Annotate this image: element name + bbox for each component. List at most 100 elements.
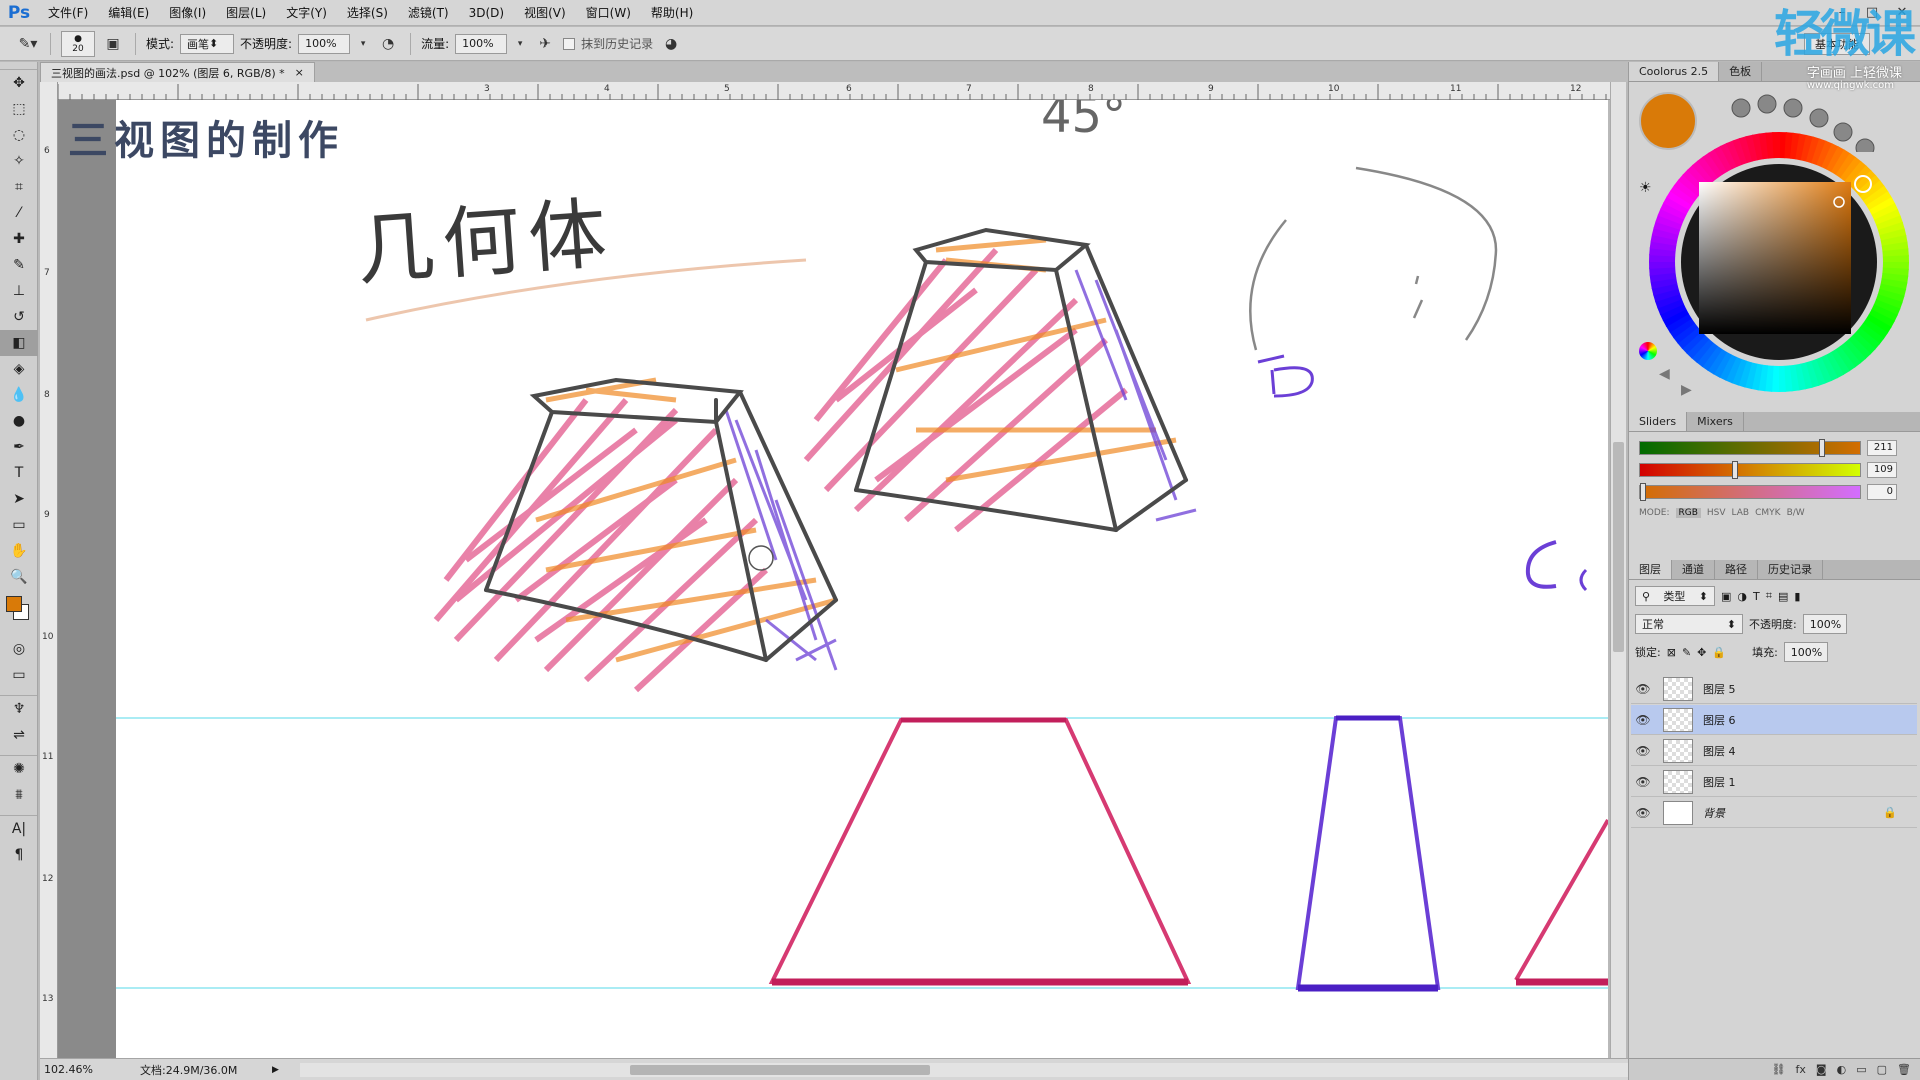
hand-tool-icon[interactable]: ✋ [0,538,38,564]
rotate-right-icon[interactable]: ▶ [1681,382,1692,398]
opacity-input[interactable]: 100% [298,33,351,54]
eye-icon[interactable]: 👁 [1631,682,1655,696]
move-tool-icon[interactable]: ✥ [0,70,38,96]
green-slider-knob[interactable] [1732,461,1738,479]
chevron-down-icon[interactable]: ▾ [513,33,527,55]
menu-file[interactable]: 文件(F) [38,0,98,26]
pressure-size-icon[interactable]: ◕ [659,33,683,55]
slider-blue[interactable]: 0 [1639,482,1914,502]
blue-slider-track[interactable] [1639,483,1861,501]
play-icon[interactable]: ▶ [272,1065,279,1075]
red-slider-track[interactable] [1639,439,1861,457]
mode-bw[interactable]: B/W [1787,508,1805,518]
paragraph-panel-icon[interactable]: ¶ [0,842,38,868]
brush-tool-icon[interactable]: ✎ [0,252,38,278]
quick-mask-icon[interactable]: ◎ [0,636,38,662]
tab-layers[interactable]: 图层 [1629,560,1672,579]
menu-view[interactable]: 视图(V) [514,0,576,26]
lock-all-icon[interactable]: 🔒 [1712,646,1726,659]
vertical-scrollbar[interactable] [1610,82,1626,1058]
menu-layer[interactable]: 图层(L) [216,0,276,26]
paint-bucket-tool-icon[interactable]: ◈ [0,356,38,382]
menu-window[interactable]: 窗口(W) [576,0,641,26]
menu-help[interactable]: 帮助(H) [641,0,703,26]
tab-channels[interactable]: 通道 [1672,560,1715,579]
slider-red[interactable]: 211 [1639,438,1914,458]
tab-paths[interactable]: 路径 [1715,560,1758,579]
scrollbar-thumb[interactable] [1613,442,1624,652]
brush-presets-icon[interactable]: ⩩ [0,782,38,808]
panel-grip[interactable] [0,62,37,70]
eye-icon[interactable]: 👁 [1631,744,1655,758]
eye-icon[interactable]: 👁 [1631,713,1655,727]
close-tab-icon[interactable]: × [295,66,304,79]
blue-value[interactable]: 0 [1867,484,1897,500]
mixer-brush-tool-icon[interactable]: ✎▾ [16,33,40,55]
filter-toggle-icon[interactable]: ▮ [1794,590,1800,603]
crop-tool-icon[interactable]: ⌗ [0,174,38,200]
puppet-warp-icon[interactable]: ♆ [0,696,38,722]
panel-grip[interactable] [0,688,37,696]
scrollbar-thumb[interactable] [630,1065,930,1075]
filter-shape-icon[interactable]: ⌗ [1766,589,1772,603]
menu-select[interactable]: 选择(S) [337,0,398,26]
green-value[interactable]: 109 [1867,462,1897,478]
mode-hsv[interactable]: HSV [1707,508,1726,518]
zoom-tool-icon[interactable]: 🔍 [0,564,38,590]
eyedropper-tool-icon[interactable]: ⁄ [0,200,38,226]
foreground-color-swatch[interactable] [6,596,22,612]
lock-position-icon[interactable]: ✥ [1697,646,1706,659]
path-selection-tool-icon[interactable]: ➤ [0,486,38,512]
layer-filter-select[interactable]: ⚲ 类型 ⬍ [1635,586,1715,606]
layer-row[interactable]: 👁 背景 🔒 [1631,798,1917,828]
airbrush-icon[interactable]: ✈ [533,33,557,55]
link-layers-icon[interactable]: ⛓ [1772,1063,1786,1076]
canvas-area[interactable]: 几何体 45° 三视图的制作 [58,100,1608,1058]
color-wheel-svg[interactable] [1639,122,1919,402]
sun-icon[interactable]: ☀ [1639,180,1652,196]
lock-brush-icon[interactable]: ✎ [1682,646,1691,659]
blur-tool-icon[interactable]: 💧 [0,382,38,408]
chevron-down-icon[interactable]: ▾ [356,33,370,55]
history-brush-tool-icon[interactable]: ↺ [0,304,38,330]
eraser-tool-icon[interactable]: ◧ [0,330,38,356]
healing-brush-tool-icon[interactable]: ✚ [0,226,38,252]
blue-slider-knob[interactable] [1640,483,1646,501]
filter-pixel-icon[interactable]: ▣ [1721,590,1731,603]
layer-row[interactable]: 👁 图层 1 [1631,767,1917,797]
flow-input[interactable]: 100% [455,33,508,54]
delete-layer-icon[interactable]: 🗑 [1897,1063,1911,1076]
menu-3d[interactable]: 3D(D) [459,0,514,26]
panel-grip[interactable] [0,808,37,816]
tab-sliders[interactable]: Sliders [1629,412,1688,431]
mode-rgb[interactable]: RGB [1675,508,1701,518]
lock-transparency-icon[interactable]: ⊠ [1667,646,1676,659]
mode-cmyk[interactable]: CMYK [1755,508,1780,518]
rotate-left-icon[interactable]: ◀ [1659,366,1670,382]
red-slider-knob[interactable] [1819,439,1825,457]
add-mask-icon[interactable]: ◙ [1816,1063,1827,1076]
document-canvas[interactable]: 几何体 45° [116,100,1608,1058]
layer-row[interactable]: 👁 图层 6 [1631,705,1917,735]
magic-wand-tool-icon[interactable]: ✧ [0,148,38,174]
slider-green[interactable]: 109 [1639,460,1914,480]
menu-image[interactable]: 图像(I) [159,0,216,26]
eye-icon[interactable]: 👁 [1631,806,1655,820]
history-checkbox[interactable] [563,37,576,50]
menu-type[interactable]: 文字(Y) [276,0,337,26]
lasso-tool-icon[interactable]: ◌ [0,122,38,148]
layer-row[interactable]: 👁 图层 4 [1631,736,1917,766]
rectangle-tool-icon[interactable]: ▭ [0,512,38,538]
green-slider-track[interactable] [1639,461,1861,479]
character-panel-icon[interactable]: A| [0,816,38,842]
filter-smart-icon[interactable]: ▤ [1778,590,1788,603]
tab-coolorus[interactable]: Coolorus 2.5 [1629,62,1720,81]
clone-stamp-tool-icon[interactable]: ⊥ [0,278,38,304]
layer-row[interactable]: 👁 图层 5 [1631,674,1917,704]
type-tool-icon[interactable]: T [0,460,38,486]
dodge-tool-icon[interactable]: ● [0,408,38,434]
new-layer-icon[interactable]: ▢ [1877,1063,1887,1076]
new-group-icon[interactable]: ▭ [1856,1063,1866,1076]
screen-mode-icon[interactable]: ▭ [0,662,38,688]
filter-type-icon[interactable]: T [1753,590,1760,603]
